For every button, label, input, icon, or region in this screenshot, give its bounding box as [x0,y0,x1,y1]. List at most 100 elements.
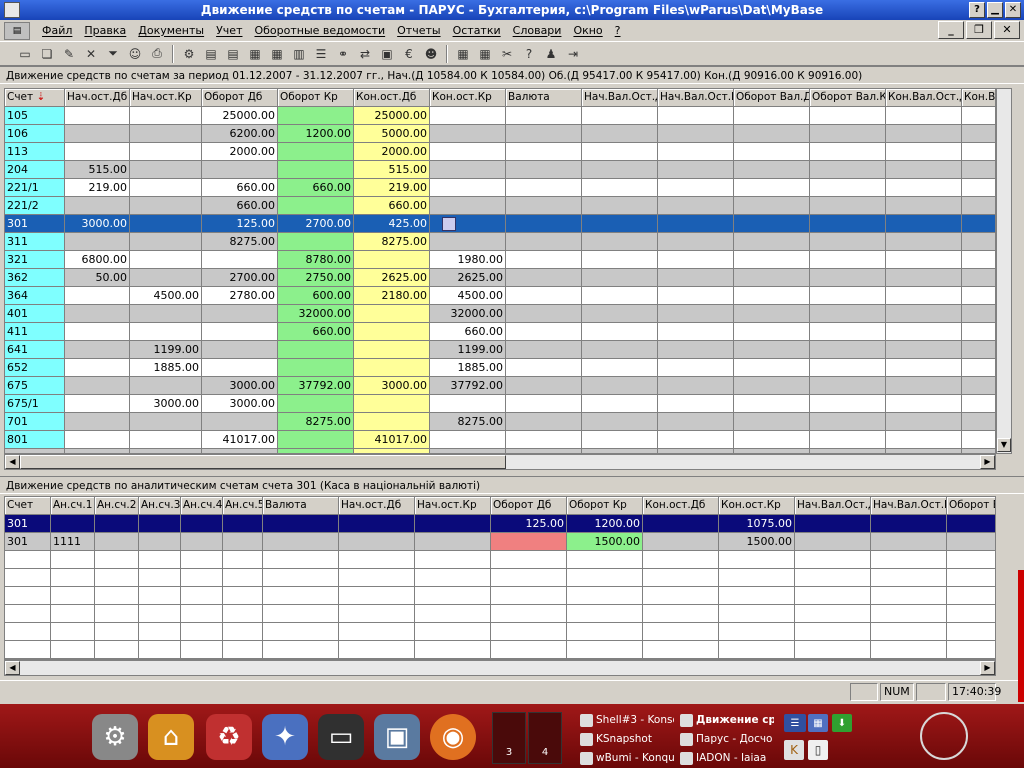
column-header[interactable]: Кон.ост.Кр [430,89,506,107]
mdi-restore-button[interactable]: ❐ [966,21,992,39]
column-header[interactable]: Оборот Дб [491,497,567,515]
table-row[interactable]: 301 1111 1500.00 1500.00 [5,533,995,551]
binoculars-icon[interactable]: ⚭ [332,44,354,64]
table-row[interactable]: 321 6800.00 8780.00 1980.00 [5,251,995,269]
user-icon[interactable]: ♟ [540,44,562,64]
table-row[interactable] [5,623,995,641]
folder2-icon[interactable]: ▦ [266,44,288,64]
euro-icon[interactable]: € [398,44,420,64]
table-row[interactable]: 301 3000.00 125.00 2700.00 425.00 [5,215,995,233]
scroll-left-arrow[interactable]: ◀ [5,455,20,469]
table-row[interactable]: 113 2000.00 2000.00 [5,143,995,161]
column-header[interactable]: Нач.Вал.Ост.Д [582,89,658,107]
task-parus[interactable]: Парус - Досчо [680,731,774,748]
column-header[interactable]: Валюта [506,89,582,107]
mdi-minimize-button[interactable]: _ [938,21,964,39]
scroll-left-arrow[interactable]: ◀ [5,661,20,675]
minimize-button[interactable]: ▁ [987,2,1003,18]
table-icon[interactable]: ▥ [288,44,310,64]
menu-item[interactable]: Документы [132,21,210,41]
menu-item[interactable]: Учет [210,21,248,41]
table-row[interactable] [5,569,995,587]
folder-icon[interactable]: ▦ [244,44,266,64]
column-header[interactable]: Оборот Кр [567,497,643,515]
scroll-thumb[interactable] [20,455,506,469]
column-header[interactable]: Кон.ост.Кр [719,497,795,515]
list-icon[interactable]: ☰ [310,44,332,64]
calculator-icon[interactable]: ▦ [474,44,496,64]
table-row[interactable]: 801 41017.00 41017.00 [5,431,995,449]
table-row[interactable] [5,605,995,623]
column-header[interactable]: Ан.сч.1 [51,497,95,515]
firefox-icon[interactable]: ◉ [430,714,476,760]
recycle-icon[interactable]: ♻ [206,714,252,760]
menu-item[interactable]: Остатки [447,21,507,41]
edit-icon[interactable]: ✎ [58,44,80,64]
copy-doc-icon[interactable]: ❏ [36,44,58,64]
computer-icon[interactable]: ▣ [374,714,420,760]
column-header[interactable]: Оборот Вал.Кр [810,89,886,107]
klipper-icon[interactable]: K [784,740,804,760]
task-movement[interactable]: Движение ср [680,712,774,729]
column-header[interactable]: Валюта [263,497,339,515]
column-header[interactable]: Кон.ост.Дб [643,497,719,515]
flag-icon[interactable]: ☰ [784,714,806,732]
table-row[interactable] [5,551,995,569]
table-row[interactable]: 401 32000.00 32000.00 [5,305,995,323]
compass-icon[interactable]: ✦ [262,714,308,760]
menu-item[interactable]: Правка [78,21,132,41]
compare-icon[interactable]: ⇄ [354,44,376,64]
new-doc-icon[interactable]: ▭ [14,44,36,64]
window-list-icon[interactable]: ▦ [808,714,828,732]
column-header[interactable]: Счет ⇣ [5,89,65,107]
print-icon[interactable]: ⎙ [146,44,168,64]
scroll-right-arrow[interactable]: ▶ [980,455,995,469]
table-row[interactable]: 301 125.00 1200.00 1075.00 [5,515,995,533]
analytic-grid[interactable]: Счет Ан.сч.1 Ан.сч.2 Ан.сч.3 Ан.сч.4 Ан.сч.5 В… [4,496,996,660]
task-ksnapshot[interactable]: KSnapshot [580,731,674,748]
column-header[interactable]: Оборот Дб [202,89,278,107]
column-header[interactable]: Нач.Вал.Ост.К [658,89,734,107]
table-row[interactable]: 364 4500.00 2780.00 600.00 2180.00 4500.00 [5,287,995,305]
table-row[interactable]: 675 3000.00 37792.00 3000.00 37792.00 [5,377,995,395]
export-icon[interactable]: ⚙ [178,44,200,64]
column-header[interactable]: Ан.сч.4 [181,497,223,515]
task-konqueror[interactable]: wBumi - Konqu [580,750,674,767]
task-iadon[interactable]: IADON - Iaiaa [680,750,774,767]
chart-icon[interactable]: ▦ [452,44,474,64]
accounts-grid[interactable]: Счет ⇣ Нач.ост.Дб Нач.ост.Кр Оборот Дб Оборо… [4,88,996,454]
menu-item[interactable]: Оборотные ведомости [248,21,391,41]
scroll-down-arrow[interactable]: ▼ [997,438,1011,452]
exit-icon[interactable]: ⇥ [562,44,584,64]
menu-item[interactable]: Отчеты [391,21,446,41]
menu-item[interactable]: Файл [36,21,78,41]
scroll-right-arrow[interactable]: ▶ [980,661,995,675]
column-header[interactable]: Кон.Вал.Ост.Д [886,89,962,107]
bottom-horizontal-scrollbar[interactable]: ◀ ▶ [4,660,996,676]
home-icon[interactable]: ⌂ [148,714,194,760]
table-row[interactable]: 105 25000.00 25000.00 [5,107,995,125]
column-header[interactable]: Оборот В [947,497,995,515]
menu-item[interactable]: Словари [507,21,568,41]
table-row[interactable]: 221/2 660.00 660.00 [5,197,995,215]
delete-icon[interactable]: ✕ [80,44,102,64]
notes-icon[interactable]: ▯ [808,740,828,760]
table-row[interactable]: 311 8275.00 8275.00 [5,233,995,251]
find-icon[interactable]: ☺ [124,44,146,64]
close-button[interactable]: ✕ [1005,2,1021,18]
column-header[interactable]: Ан.сч.2 [95,497,139,515]
table-row[interactable]: 675/1 3000.00 3000.00 [5,395,995,413]
column-header[interactable]: Ан.сч.3 [139,497,181,515]
table-row[interactable]: 221/1 219.00 660.00 660.00 219.00 [5,179,995,197]
card-icon[interactable]: ▤ [200,44,222,64]
table-row[interactable]: 362 50.00 2700.00 2750.00 2625.00 2625.00 [5,269,995,287]
help-icon[interactable]: ? [518,44,540,64]
column-header[interactable]: Нач.ост.Кр [415,497,491,515]
help-button[interactable]: ? [969,2,985,18]
desktop-4[interactable]: 4 [528,712,562,764]
table-row[interactable] [5,587,995,605]
column-header[interactable]: Оборот Вал.Д [734,89,810,107]
menu-item[interactable]: ? [609,21,627,41]
table-row[interactable] [5,641,995,659]
column-header[interactable]: Нач.Вал.Ост.Д [795,497,871,515]
